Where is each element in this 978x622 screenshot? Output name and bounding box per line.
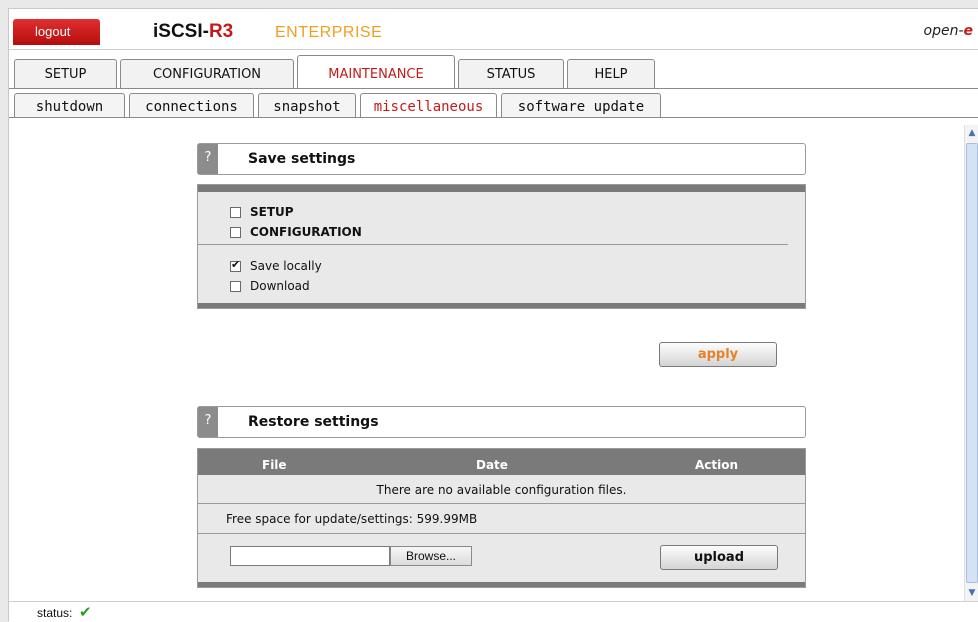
tab-configuration[interactable]: CONFIGURATION [120,59,294,88]
tab-snapshot[interactable]: snapshot [258,93,356,118]
option-setup: SETUP [230,203,294,221]
configuration-checkbox[interactable] [230,226,241,238]
vendor-logo-prefix: open- [923,23,964,39]
option-save-locally: Save locally [230,257,322,275]
panel-bottom-bar [198,303,805,308]
status-label: status: [37,606,73,620]
save-locally-label: Save locally [250,259,322,273]
scroll-down-arrow-icon[interactable]: ▼ [965,585,978,601]
sub-tabs: shutdown connections snapshot miscellane… [14,92,665,118]
setup-checkbox-label: SETUP [250,205,294,219]
status-bar: status: ✔ [9,601,978,622]
vendor-logo-suffix: e [963,23,974,39]
apply-button[interactable]: apply [659,342,777,367]
column-file: File [262,458,287,472]
main-tabs-divider [9,88,978,89]
brand-version: R3 [208,21,234,42]
tab-setup[interactable]: SETUP [14,59,117,88]
setup-checkbox[interactable] [230,206,241,218]
file-path-input[interactable] [230,546,390,566]
download-checkbox[interactable] [230,280,241,292]
column-action: Action [695,458,739,472]
sub-tabs-divider [9,117,978,118]
panel-top-bar [198,449,805,456]
row-divider [198,533,805,534]
checkmark-icon: ✔ [79,603,92,621]
column-date: Date [476,458,508,472]
tab-connections[interactable]: connections [129,93,254,118]
save-locally-checkbox[interactable] [230,258,241,272]
main-tabs: SETUP CONFIGURATION MAINTENANCE STATUS H… [14,55,658,88]
restore-settings-panel: File Date Action There are no available … [197,448,806,588]
vendor-logo: open-e [924,23,974,39]
save-settings-header: ? Save settings [197,143,806,175]
tab-status[interactable]: STATUS [458,59,564,88]
restore-settings-help-button[interactable]: ? [198,407,218,437]
option-download: Download [230,277,310,295]
vertical-scrollbar[interactable]: ▲ ▼ [964,125,978,601]
table-header: File Date Action [198,456,805,475]
option-configuration: CONFIGURATION [230,223,362,241]
edition-label: ENTERPRISE [275,24,383,41]
scroll-up-arrow-icon[interactable]: ▲ [965,125,978,141]
save-settings-help-button[interactable]: ? [198,144,218,174]
tab-miscellaneous[interactable]: miscellaneous [360,93,497,118]
options-divider [198,244,788,245]
header-divider [9,49,978,50]
empty-table-message: There are no available configuration fil… [198,476,805,504]
logout-button[interactable]: logout [13,19,100,45]
save-settings-panel: SETUP CONFIGURATION Save locally Downloa… [197,184,806,309]
app-window: logout iSCSI-R3 ENTERPRISE open-e SETUP … [8,8,978,622]
upload-button[interactable]: upload [660,545,778,570]
restore-settings-header: ? Restore settings [197,406,806,438]
browse-button[interactable]: Browse... [390,546,472,566]
configuration-checkbox-label: CONFIGURATION [250,225,362,239]
scrollbar-thumb[interactable] [966,143,978,583]
tab-help[interactable]: HELP [567,59,655,88]
save-settings-title: Save settings [248,151,356,167]
panel-bottom-bar [198,582,805,587]
restore-settings-title: Restore settings [248,414,379,430]
panel-top-bar [198,185,805,192]
tab-shutdown[interactable]: shutdown [14,93,125,118]
product-logo: iSCSI-R3 [153,19,233,45]
header: logout iSCSI-R3 ENTERPRISE open-e [9,9,978,51]
free-space-text: Free space for update/settings: 599.99MB [226,512,478,526]
download-label: Download [250,279,310,293]
tab-maintenance[interactable]: MAINTENANCE [297,55,455,88]
brand-name: iSCSI- [153,21,209,42]
tab-software-update[interactable]: software update [501,93,661,118]
